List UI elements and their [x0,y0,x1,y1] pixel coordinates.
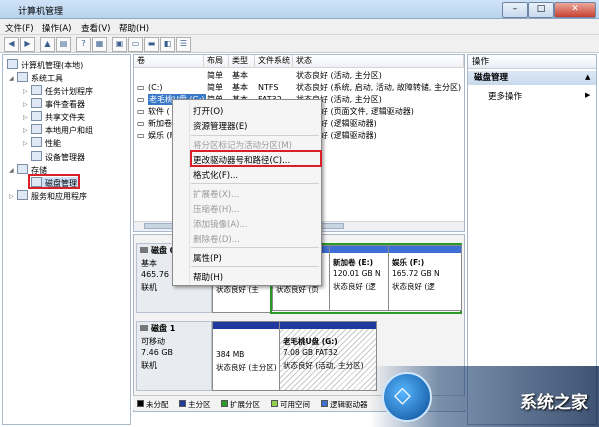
more-actions[interactable]: 更多操作 [488,90,522,102]
menu-item-explore[interactable]: 资源管理器(E) [193,120,248,132]
tree-performance[interactable]: 性能 [31,137,61,149]
col-type[interactable]: 类型 [229,55,255,68]
expand-arrow-icon[interactable]: ▷ [9,193,14,200]
close-button[interactable]: ✕ [554,2,596,18]
tree-shared-folders[interactable]: 共享文件夹 [31,111,85,123]
help-icon[interactable]: ? [76,37,91,52]
tree-system-tools[interactable]: 系统工具 [17,72,63,84]
maximize-button[interactable]: □ [528,2,554,18]
expand-arrow-icon[interactable]: ▷ [23,88,28,95]
drive-icon: ▭ [137,119,145,128]
performance-icon [31,137,42,147]
tree-services[interactable]: 服务和应用程序 [17,190,87,202]
menu-item-extend[interactable]: 扩展卷(X)... [193,188,239,200]
menu-item-shrink[interactable]: 压缩卷(H)... [193,203,240,215]
toolbar: ◀ ▶ ▲ ▤ ? ▦ ▣ ▭ ▬ ◧ ☰ [0,35,599,53]
navigation-tree: 计算机管理(本地) ◢ 系统工具 ▷ 任务计划程序 ▷ 事件查看器 ▷ 共享文件… [2,54,131,425]
drive-icon: ▭ [137,107,145,116]
expand-arrow-icon[interactable]: ▷ [23,101,28,108]
export-icon[interactable]: ◧ [160,37,175,52]
partition[interactable]: 384 MB 状态良好 (主分区) [212,321,280,391]
collapse-arrow-icon[interactable]: ◢ [9,167,14,174]
view-icon[interactable]: ▦ [92,37,107,52]
menu-item-properties[interactable]: 属性(P) [193,252,222,264]
menu-item-format[interactable]: 格式化(F)... [193,169,238,181]
disk-icon [140,247,148,253]
collapse-up-icon[interactable]: ▲ [585,73,590,81]
highlight-box [190,150,322,167]
menu-help[interactable]: 帮助(H) [119,22,149,34]
partition-selected[interactable]: 老毛桃U盘 (G:) 7.08 GB FAT32 状态良好 (活动, 主分区) [279,321,377,391]
highlight-box [28,174,80,189]
context-menu: 打开(O) 资源管理器(E) 将分区标记为活动分区(M) 更改驱动器号和路径(C… [172,99,322,286]
tree-task-scheduler[interactable]: 任务计划程序 [31,85,93,97]
title-bar: 计算机管理 – □ ✕ [0,0,599,19]
menu-separator [191,247,319,248]
menu-separator [191,135,319,136]
menu-item-add-mirror[interactable]: 添加镜像(A)... [193,218,248,230]
device-manager-icon [31,151,42,161]
partition[interactable]: 娱乐 (F:) 165.72 GB N 状态良好 (逻 [388,245,462,311]
watermark-logo-icon: ◇ [382,372,432,422]
disk-icon [140,325,148,331]
menu-item-delete[interactable]: 删除卷(D)... [193,233,240,245]
col-filesystem[interactable]: 文件系统 [255,55,293,68]
menu-action[interactable]: 操作(A) [42,22,71,34]
up-folder-icon[interactable]: ▲ [40,37,55,52]
menu-bar: 文件(F) 操作(A) 查看(V) 帮助(H) [0,19,599,35]
tools-icon [17,72,28,82]
tree-event-viewer[interactable]: 事件查看器 [31,98,85,110]
menu-separator [191,266,319,267]
expand-arrow-icon[interactable]: ▷ [23,140,28,147]
partition[interactable]: 新加卷 (E:) 120.01 GB N 状态良好 (逻 [329,245,389,311]
legend-swatch [221,400,228,407]
minimize-button[interactable]: – [502,2,528,18]
watermark: ◇ 系统之家 [370,366,599,427]
window-title: 计算机管理 [18,7,64,17]
forward-icon[interactable]: ▶ [20,37,35,52]
back-icon[interactable]: ◀ [4,37,19,52]
table-row[interactable]: 简单 基本 状态良好 (活动, 主分区) [134,70,464,81]
actions-header: 操作 [468,55,596,69]
open-folder-icon[interactable]: ▭ [128,37,143,52]
properties-icon[interactable]: ▣ [112,37,127,52]
shared-folder-icon [31,111,42,121]
console-tree-icon[interactable]: ▤ [56,37,71,52]
expand-arrow-icon[interactable]: ▷ [23,127,28,134]
drive-icon: ▭ [137,95,145,104]
tree-local-users[interactable]: 本地用户和组 [31,124,93,136]
menu-item-help[interactable]: 帮助(H) [193,271,223,283]
menu-separator [191,183,319,184]
tree-device-manager[interactable]: 设备管理器 [31,151,85,163]
legend-swatch [271,400,278,407]
actions-section-disk-management[interactable]: 磁盘管理 [468,71,596,85]
legend-swatch [321,400,328,407]
watermark-text: 系统之家 [520,393,588,413]
legend-swatch [179,400,186,407]
users-icon [31,124,42,134]
tree-root[interactable]: 计算机管理(本地) [7,59,83,71]
event-icon [31,98,42,108]
list-icon[interactable]: ☰ [176,37,191,52]
expand-arrow-icon[interactable]: ▷ [23,114,28,121]
drive-icon: ▭ [137,131,145,140]
services-icon [17,190,28,200]
menu-item-open[interactable]: 打开(O) [193,105,223,117]
menu-view[interactable]: 查看(V) [81,22,110,34]
storage-icon [17,164,28,174]
clock-icon [31,85,42,95]
collapse-arrow-icon[interactable]: ◢ [9,75,14,82]
disk-1-info[interactable]: 磁盘 1 可移动 7.46 GB 联机 [136,321,212,391]
computer-icon [7,59,18,69]
chevron-right-icon[interactable]: ▶ [585,91,590,99]
drive-icon: ▭ [137,83,145,92]
folder-icon[interactable]: ▬ [144,37,159,52]
col-layout[interactable]: 布局 [204,55,229,68]
table-row[interactable]: ▭ (C:) 简单 基本 NTFS 状态良好 (系统, 启动, 活动, 故障转储… [134,82,464,93]
col-volume[interactable]: 卷 [134,55,204,68]
col-status[interactable]: 状态 [293,55,464,68]
legend-swatch [137,400,144,407]
menu-file[interactable]: 文件(F) [5,22,34,34]
